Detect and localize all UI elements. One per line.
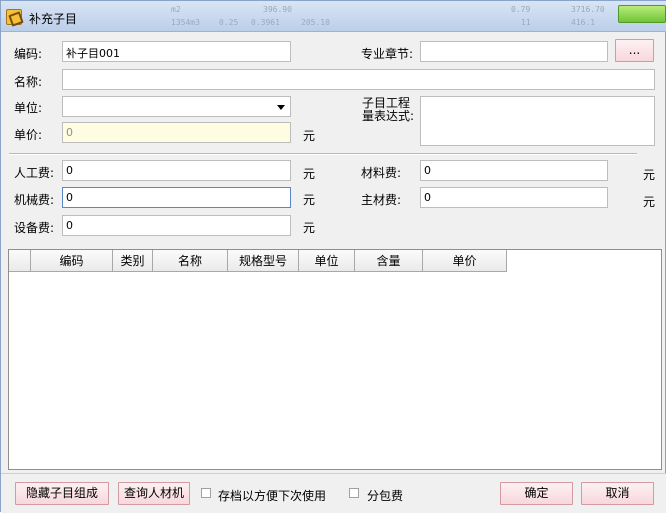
titlebar-ghost-text: m2 — [171, 5, 181, 14]
app-icon — [6, 9, 22, 25]
price-unit-label: 元 — [303, 129, 316, 143]
grid-header-indicator[interactable] — [9, 250, 31, 272]
labor-cost-input[interactable]: 0 — [62, 160, 291, 181]
grid-header-unit[interactable]: 单位 — [299, 250, 355, 272]
equipment-cost-label: 设备费: — [14, 221, 55, 235]
quantity-expression-label: 子目工程 量表达式: — [362, 96, 415, 123]
save-archive-label[interactable]: 存档以方便下次使用 — [218, 487, 326, 504]
grid-header-name[interactable]: 名称 — [153, 250, 228, 272]
chapter-input[interactable] — [420, 41, 608, 62]
subcontract-label[interactable]: 分包费 — [367, 487, 403, 504]
window-title: 补充子目 — [29, 12, 78, 26]
save-archive-checkbox[interactable] — [201, 488, 211, 498]
main-material-cost-unit: 元 — [643, 195, 656, 209]
name-label: 名称: — [14, 75, 43, 89]
name-input[interactable] — [62, 69, 655, 90]
material-cost-label: 材料费: — [361, 166, 402, 180]
grid-header: 编码 类别 名称 规格型号 单位 含量 单价 — [9, 250, 507, 272]
hide-composition-button[interactable]: 隐藏子目组成 — [15, 482, 109, 505]
subcontract-checkbox[interactable] — [349, 488, 359, 498]
machine-cost-label: 机械费: — [14, 193, 55, 207]
window-control-button[interactable] — [618, 5, 666, 23]
grid-header-spec[interactable]: 规格型号 — [228, 250, 299, 272]
grid-header-code[interactable]: 编码 — [31, 250, 113, 272]
composition-grid[interactable]: 编码 类别 名称 规格型号 单位 含量 单价 — [8, 249, 662, 470]
machine-cost-input[interactable]: 0 — [62, 187, 291, 208]
unit-label: 单位: — [14, 101, 43, 115]
titlebar-ghost-text: 3716.70 — [571, 5, 605, 14]
query-resources-button[interactable]: 查询人材机 — [118, 482, 190, 505]
form-divider — [9, 153, 637, 155]
labor-cost-label: 人工费: — [14, 166, 55, 180]
main-material-cost-label: 主材费: — [361, 193, 402, 207]
code-label: 编码: — [14, 47, 43, 61]
browse-chapter-button[interactable]: ... — [615, 39, 654, 62]
labor-cost-unit: 元 — [303, 167, 316, 181]
main-material-cost-input[interactable]: 0 — [420, 187, 608, 208]
cancel-button[interactable]: 取消 — [581, 482, 654, 505]
chevron-down-icon[interactable] — [277, 105, 285, 110]
dialog-window: m2 396.90 0.79 3716.70 1354m3 0.25 0.396… — [0, 0, 666, 513]
unit-select[interactable] — [62, 96, 291, 117]
titlebar-ghost-text: 11 — [521, 18, 531, 27]
price-input: 0 — [62, 122, 291, 143]
titlebar-ghost-text: 0.3961 — [251, 18, 280, 27]
bottom-bar: 隐藏子目组成 查询人材机 存档以方便下次使用 分包费 确定 取消 — [1, 473, 666, 513]
material-cost-unit: 元 — [643, 168, 656, 182]
titlebar-ghost-text: 396.90 — [263, 5, 292, 14]
price-label: 单价: — [14, 128, 43, 142]
titlebar-ghost-text: 0.79 — [511, 5, 531, 14]
chapter-label: 专业章节: — [361, 47, 414, 61]
title-bar[interactable]: m2 396.90 0.79 3716.70 1354m3 0.25 0.396… — [1, 1, 666, 32]
titlebar-ghost-text: 0.25 — [219, 18, 239, 27]
equipment-cost-unit: 元 — [303, 221, 316, 235]
titlebar-ghost-text: 1354m3 — [171, 18, 200, 27]
grid-header-quantity[interactable]: 含量 — [355, 250, 423, 272]
titlebar-ghost-text: 205.10 — [301, 18, 330, 27]
machine-cost-unit: 元 — [303, 193, 316, 207]
material-cost-input[interactable]: 0 — [420, 160, 608, 181]
grid-header-category[interactable]: 类别 — [113, 250, 153, 272]
code-input[interactable]: 补子目001 — [62, 41, 291, 62]
equipment-cost-input[interactable]: 0 — [62, 215, 291, 236]
ok-button[interactable]: 确定 — [500, 482, 573, 505]
grid-header-price[interactable]: 单价 — [423, 250, 507, 272]
titlebar-ghost-text: 416.1 — [571, 18, 596, 27]
quantity-expression-input[interactable] — [420, 96, 655, 146]
